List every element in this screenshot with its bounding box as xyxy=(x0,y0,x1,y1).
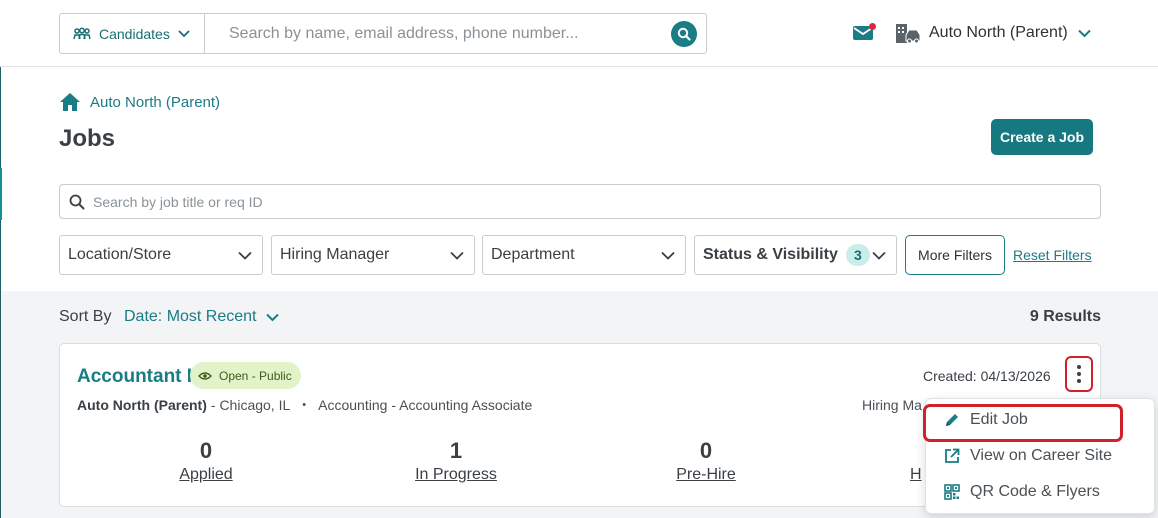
create-job-button[interactable]: Create a Job xyxy=(991,119,1093,155)
kebab-dot xyxy=(1077,365,1081,369)
status-visibility-label: Status & Visibility xyxy=(703,246,838,263)
building-car-icon xyxy=(896,24,921,44)
job-actions-menu: Edit Job View on Career Site QR Code & F… xyxy=(923,398,1155,514)
search-button[interactable] xyxy=(671,21,697,47)
breadcrumb-label: Auto North (Parent) xyxy=(90,93,221,111)
qr-code-icon xyxy=(944,484,960,500)
stat-applied: 0 Applied xyxy=(146,438,266,484)
reset-filters-link[interactable]: Reset Filters xyxy=(1013,247,1092,263)
stat-link[interactable]: H xyxy=(910,466,922,484)
sort-value: Date: Most Recent xyxy=(124,308,257,325)
more-options-button[interactable] xyxy=(1065,356,1093,392)
stat-number: 0 xyxy=(199,438,213,463)
status-badge: Open - Public xyxy=(190,362,301,389)
stat-link[interactable]: Applied xyxy=(179,466,232,484)
global-search-combo: Candidates Search by name, email address… xyxy=(59,13,707,54)
job-meta: Auto North (Parent) - Chicago, IL • Acco… xyxy=(77,397,532,413)
org-switcher[interactable]: Auto North (Parent) xyxy=(895,22,1091,44)
eye-icon xyxy=(198,371,212,380)
job-role: - Accounting Associate xyxy=(391,397,533,413)
hiring-manager-text: Hiring Ma xyxy=(862,397,922,413)
job-location: - Chicago, IL xyxy=(210,397,291,413)
job-search-input[interactable]: Search by job title or req ID xyxy=(59,184,1101,219)
search-icon xyxy=(677,27,691,41)
menu-item-view-career-site[interactable]: View on Career Site xyxy=(926,439,1154,473)
people-icon xyxy=(73,27,91,39)
job-title-link[interactable]: Accountant I xyxy=(77,366,192,388)
stat-link[interactable]: Pre-Hire xyxy=(676,466,736,484)
menu-item-qr-code[interactable]: QR Code & Flyers xyxy=(926,475,1154,509)
hiring-manager-filter-label: Hiring Manager xyxy=(280,246,390,263)
created-date: Created: 04/13/2026 xyxy=(923,368,1051,384)
page-title: Jobs xyxy=(59,125,116,152)
menu-item-label: Edit Job xyxy=(970,411,1028,428)
chevron-down-icon xyxy=(178,29,190,37)
job-search-placeholder: Search by job title or req ID xyxy=(93,193,263,210)
chevron-down-icon xyxy=(265,313,279,321)
external-link-icon xyxy=(945,448,960,463)
hiring-manager-filter[interactable]: Hiring Manager xyxy=(271,235,475,275)
search-icon xyxy=(69,194,85,209)
menu-item-label: View on Career Site xyxy=(970,447,1112,464)
left-edge-accent xyxy=(0,168,2,220)
search-scope-select[interactable]: Candidates xyxy=(60,14,205,53)
status-badge-label: Open - Public xyxy=(219,368,292,383)
meta-separator: • xyxy=(302,399,307,411)
stat-pre-hire: 0 Pre-Hire xyxy=(646,438,766,484)
kebab-dot xyxy=(1077,372,1081,376)
status-visibility-filter[interactable]: Status & Visibility 3 xyxy=(694,235,897,275)
search-scope-label: Candidates xyxy=(99,25,170,42)
notification-dot xyxy=(869,23,876,30)
department-filter[interactable]: Department xyxy=(482,235,686,275)
stat-in-progress: 1 In Progress xyxy=(396,438,516,484)
chevron-down-icon xyxy=(661,251,675,260)
stat-link[interactable]: In Progress xyxy=(415,466,497,484)
kebab-dot xyxy=(1077,379,1081,383)
sort-select[interactable]: Date: Most Recent xyxy=(124,308,279,326)
job-org: Auto North (Parent) xyxy=(77,397,207,413)
global-search-placeholder: Search by name, email address, phone num… xyxy=(229,24,579,42)
stat-number: 0 xyxy=(699,438,713,463)
menu-item-label: QR Code & Flyers xyxy=(970,483,1100,500)
pencil-icon xyxy=(946,414,958,426)
menu-item-edit-job[interactable]: Edit Job xyxy=(923,403,1154,442)
global-search-input[interactable]: Search by name, email address, phone num… xyxy=(205,14,706,53)
department-filter-label: Department xyxy=(491,246,575,263)
location-filter-label: Location/Store xyxy=(68,246,172,263)
org-name: Auto North (Parent) xyxy=(929,24,1068,41)
stat-number: 1 xyxy=(449,438,463,463)
home-icon xyxy=(60,93,80,111)
top-bar: Candidates Search by name, email address… xyxy=(0,0,1158,67)
breadcrumb[interactable]: Auto North (Parent) xyxy=(59,92,220,112)
chevron-down-icon xyxy=(450,251,464,260)
more-filters-button[interactable]: More Filters xyxy=(905,235,1005,275)
results-count: 9 Results xyxy=(1029,308,1101,325)
filter-count-badge: 3 xyxy=(845,244,870,266)
chevron-down-icon xyxy=(1078,29,1091,37)
location-filter[interactable]: Location/Store xyxy=(59,235,263,275)
sort-label: Sort By xyxy=(59,308,112,325)
chevron-down-icon xyxy=(872,251,886,260)
job-department: Accounting xyxy=(318,397,388,413)
chevron-down-icon xyxy=(238,251,252,260)
